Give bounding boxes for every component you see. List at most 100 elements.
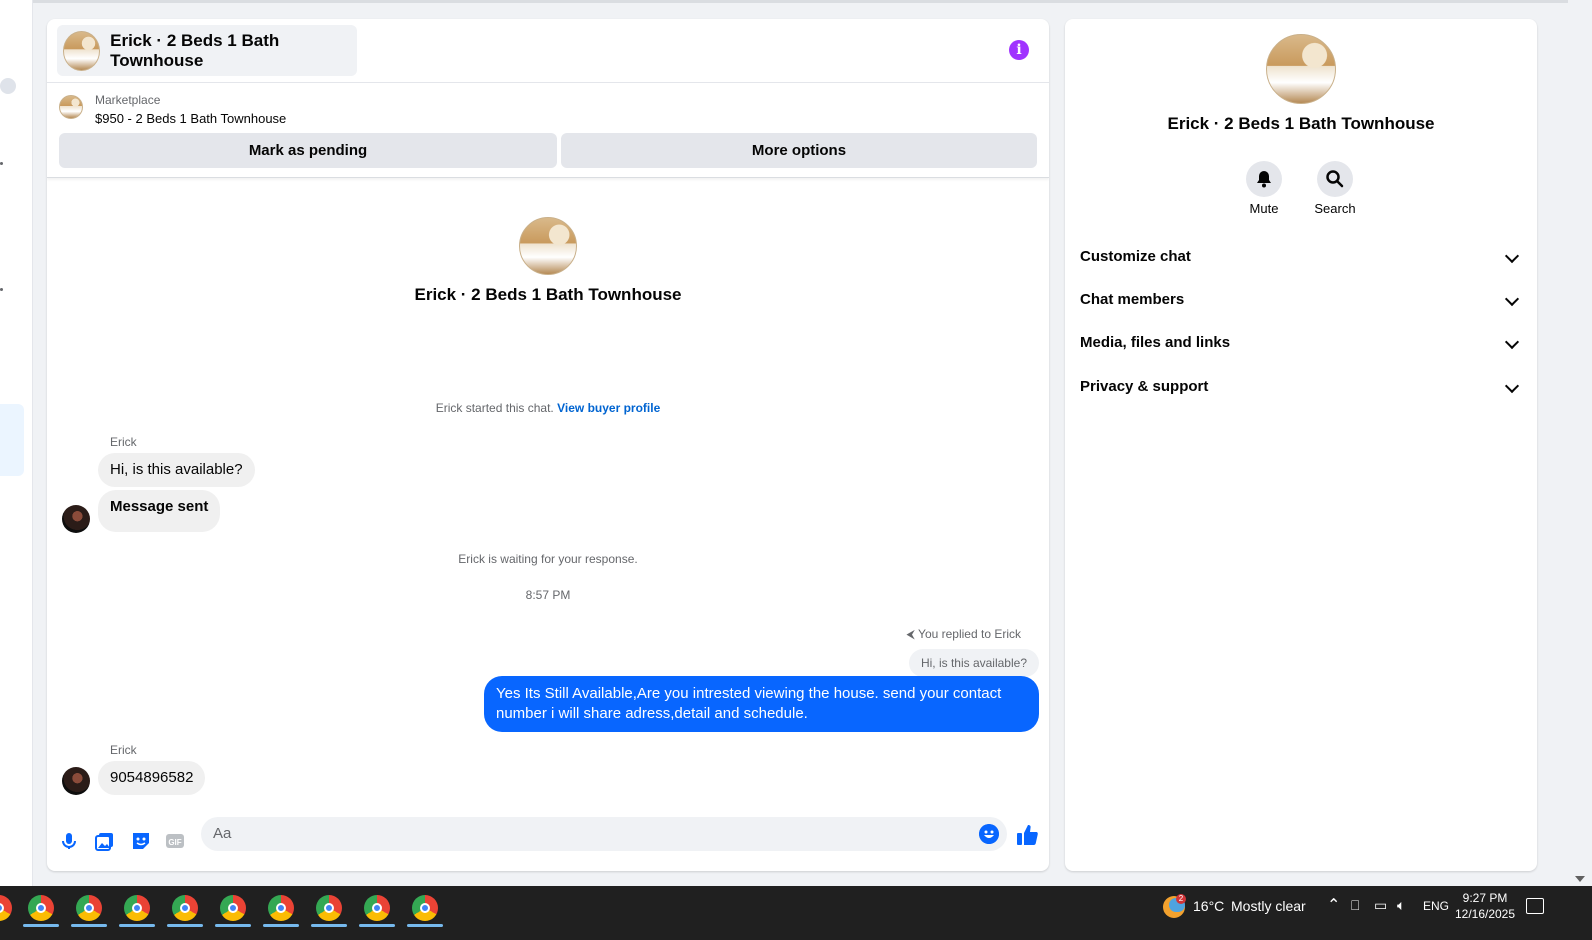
listing-banner: Marketplace $950 - 2 Beds 1 Bath Townhou… (47, 83, 1049, 178)
sticker-icon[interactable] (131, 831, 151, 851)
chat-header: Erick · 2 Beds 1 Bath Townhouse i (47, 19, 1049, 83)
bell-icon (1257, 171, 1271, 188)
taskbar-active-indicator (71, 924, 107, 927)
message-input-placeholder: Aa (213, 825, 232, 842)
notification-icon[interactable] (1526, 898, 1544, 914)
reply-arrow-icon: ⮜ (906, 627, 915, 641)
chat-panel: Erick · 2 Beds 1 Bath Townhouse i Market… (47, 19, 1049, 871)
top-divider (32, 0, 1568, 3)
mute-button[interactable]: Mute (1234, 161, 1294, 216)
outgoing-message[interactable]: Yes Its Still Available,Are you intreste… (484, 676, 1039, 732)
reply-note-text: You replied to Erick (918, 627, 1021, 641)
taskbar-active-indicator (359, 924, 395, 927)
weather-badge: 2 (1176, 894, 1186, 904)
media-files-links-section[interactable]: Media, files and links (1080, 326, 1522, 360)
sidebar-dot (0, 288, 3, 291)
quoted-message[interactable]: Hi, is this available? (908, 649, 1039, 677)
listing-category: Marketplace (95, 93, 161, 107)
reply-note: ⮜ You replied to Erick (906, 627, 1021, 642)
sidebar-dot (0, 162, 3, 165)
taskbar-active-indicator (119, 924, 155, 927)
left-sidebar-edge (0, 0, 33, 886)
incoming-message[interactable]: Message sent (98, 490, 221, 532)
section-label: Chat members (1080, 291, 1185, 308)
chrome-taskbar-icon[interactable] (28, 895, 54, 921)
search-button[interactable]: Search (1305, 161, 1365, 216)
chrome-taskbar-icon[interactable] (268, 895, 294, 921)
taskbar-active-indicator (23, 924, 59, 927)
chevron-up-icon[interactable]: ⌃ (1327, 895, 1340, 915)
selected-conversation-edge[interactable] (0, 404, 24, 476)
taskbar-active-indicator (407, 924, 443, 927)
chat-members-section[interactable]: Chat members (1080, 283, 1522, 317)
chat-started-note: Erick started this chat. View buyer prof… (47, 401, 1049, 415)
conversation-title: Erick · 2 Beds 1 Bath Townhouse (110, 30, 280, 70)
search-label: Search (1314, 201, 1356, 216)
chrome-taskbar-icon[interactable] (364, 895, 390, 921)
photo-icon[interactable] (95, 831, 115, 851)
chrome-taskbar-icon[interactable] (316, 895, 342, 921)
emoji-icon[interactable] (979, 824, 999, 844)
mute-label: Mute (1249, 201, 1279, 216)
info-icon[interactable]: i (1009, 40, 1029, 60)
section-label: Media, files and links (1080, 334, 1231, 351)
composer: GIF Aa (47, 811, 1049, 871)
network-icon[interactable]: ▭ (1374, 897, 1387, 914)
mark-as-pending-button[interactable]: Mark as pending (59, 133, 557, 168)
chevron-down-icon (1504, 378, 1520, 394)
taskbar-active-indicator (311, 924, 347, 927)
incoming-message[interactable]: 9054896582 (98, 761, 206, 795)
chevron-down-icon (1504, 334, 1520, 350)
listing-avatar (63, 30, 101, 71)
chrome-taskbar-icon[interactable] (76, 895, 102, 921)
chrome-taskbar-icon[interactable] (124, 895, 150, 921)
sender-avatar[interactable] (62, 767, 90, 795)
message-input[interactable]: Aa (201, 817, 1007, 851)
microphone-icon[interactable] (59, 831, 79, 851)
waiting-note: Erick is waiting for your response. (458, 552, 638, 566)
listing-price-title[interactable]: $950 - 2 Beds 1 Bath Townhouse (95, 111, 286, 126)
taskbar-active-indicator (167, 924, 203, 927)
listing-thumbnail[interactable] (59, 95, 83, 119)
svg-text:GIF: GIF (168, 838, 181, 847)
conversation-title-button[interactable]: Erick · 2 Beds 1 Bath Townhouse (57, 25, 357, 76)
conversation-details-panel: Erick · 2 Beds 1 Bath Townhouse Mute Sea… (1065, 19, 1537, 871)
windows-taskbar: 2 16°C Mostly clear ⌃ ⎕ ▭ 🔈︎ ENG 9:27 PM… (0, 886, 1592, 940)
clock-date[interactable]: 12/16/2025 (1450, 906, 1520, 922)
details-name: Erick · 2 Beds 1 Bath Townhouse (1167, 114, 1435, 133)
like-icon[interactable] (1015, 823, 1039, 847)
chevron-down-icon (1504, 291, 1520, 307)
privacy-support-section[interactable]: Privacy & support (1080, 370, 1522, 404)
chrome-taskbar-icon[interactable] (412, 895, 438, 921)
section-label: Privacy & support (1080, 378, 1209, 395)
scroll-down-arrow-icon[interactable] (1575, 876, 1585, 882)
chevron-down-icon (1504, 248, 1520, 264)
language-indicator[interactable]: ENG (1423, 899, 1449, 913)
view-buyer-profile-link[interactable]: View buyer profile (557, 401, 660, 415)
page-scrollbar[interactable] (1568, 0, 1592, 886)
taskbar-active-indicator (263, 924, 299, 927)
meet-now-icon[interactable]: ⎕ (1351, 897, 1359, 914)
sender-name: Erick (110, 743, 137, 757)
weather-temp[interactable]: 16°C (1193, 898, 1224, 914)
intro-avatar (519, 217, 577, 275)
section-label: Customize chat (1080, 248, 1191, 265)
chrome-taskbar-icon[interactable] (172, 895, 198, 921)
gif-icon[interactable]: GIF (165, 831, 185, 851)
weather-desc[interactable]: Mostly clear (1231, 898, 1306, 914)
sender-name: Erick (110, 435, 137, 449)
taskbar-active-indicator (215, 924, 251, 927)
chat-started-text: Erick started this chat. (435, 401, 554, 415)
clock-time[interactable]: 9:27 PM (1450, 890, 1520, 906)
sender-avatar[interactable] (62, 505, 90, 533)
chrome-taskbar-icon[interactable] (0, 895, 12, 921)
customize-chat-section[interactable]: Customize chat (1080, 240, 1522, 274)
globe-icon[interactable] (0, 78, 16, 94)
details-avatar[interactable] (1266, 34, 1336, 104)
chrome-taskbar-icon[interactable] (220, 895, 246, 921)
incoming-message[interactable]: Hi, is this available? (98, 453, 255, 487)
search-icon (1326, 170, 1344, 188)
intro-name: Erick · 2 Beds 1 Bath Townhouse (414, 285, 682, 304)
more-options-button[interactable]: More options (561, 133, 1037, 168)
volume-icon[interactable]: 🔈︎ (1397, 897, 1405, 914)
